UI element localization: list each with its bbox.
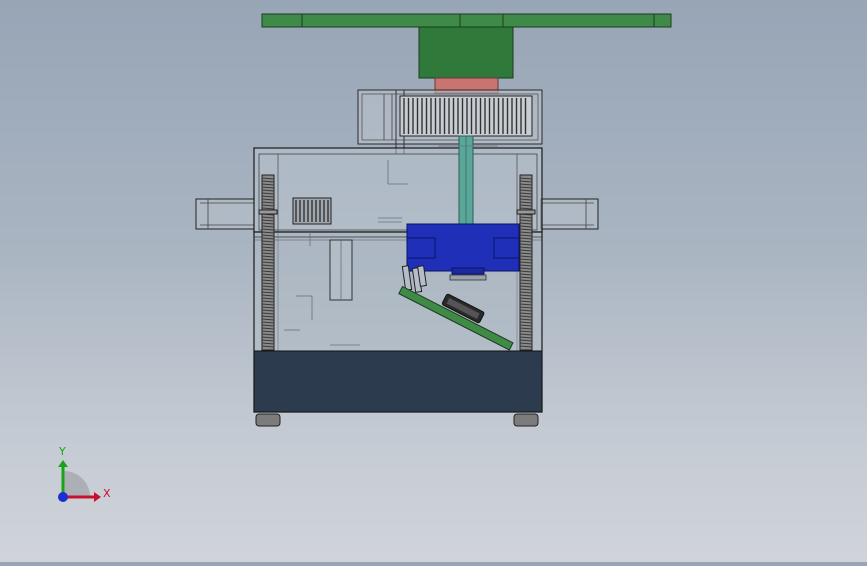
case-bottom-cover (253, 350, 543, 413)
servo-horn[interactable] (261, 13, 672, 28)
case-screw-left (258, 174, 278, 351)
horn-hub[interactable] (418, 26, 514, 79)
cad-viewport[interactable]: X Y (0, 0, 867, 562)
output-gear (399, 95, 533, 137)
case-screw-right (516, 174, 536, 351)
axis-label-y: Y (58, 445, 66, 458)
axis-triad[interactable]: X Y (58, 445, 111, 502)
servo-case[interactable] (195, 147, 599, 427)
idler-gear (292, 197, 332, 225)
servo-model-svg[interactable]: X Y (0, 0, 867, 562)
axis-label-x: X (103, 487, 111, 500)
